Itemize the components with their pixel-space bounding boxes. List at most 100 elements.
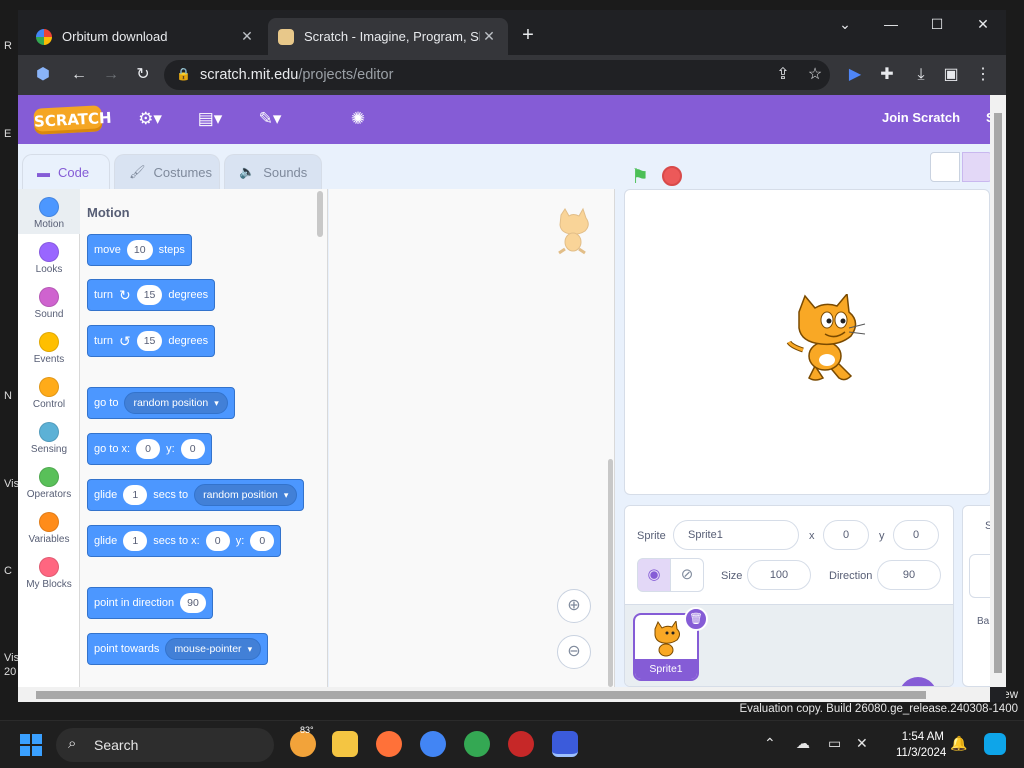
block-turn-left[interactable]: turn ↺ 15 degrees xyxy=(87,325,216,357)
show-sprite-eye-icon[interactable]: ◉ xyxy=(637,558,671,592)
zoom-in-icon[interactable]: ⊕ xyxy=(557,589,591,623)
edit-pencil-icon[interactable]: ✎▾ xyxy=(254,107,286,131)
direction-input[interactable]: 90 xyxy=(180,593,206,613)
y-position-input[interactable]: 0 xyxy=(893,520,939,550)
scrollbar-thumb[interactable] xyxy=(36,691,926,699)
choose-sprite-button[interactable] xyxy=(899,677,937,686)
script-area[interactable]: ⊕ ⊖ xyxy=(329,189,615,687)
category-sensing[interactable]: Sensing xyxy=(18,414,80,459)
category-variables[interactable]: Variables xyxy=(18,504,80,549)
scrollbar-thumb[interactable] xyxy=(994,113,1002,673)
notification-bell-icon[interactable]: 🔔 xyxy=(950,735,967,752)
block-point-towards[interactable]: point towards mouse-pointer xyxy=(87,633,269,665)
side-panel-icon[interactable]: ▣ xyxy=(940,64,962,86)
tab-orbitum[interactable]: Orbitum download ✕ xyxy=(26,18,266,55)
page-horizontal-scrollbar[interactable] xyxy=(18,687,990,702)
number-input[interactable]: 15 xyxy=(136,285,163,305)
category-operators[interactable]: Operators xyxy=(18,459,80,504)
category-sound[interactable]: Sound xyxy=(18,279,80,324)
forward-icon[interactable]: → xyxy=(100,64,122,86)
category-my-blocks[interactable]: My Blocks xyxy=(18,549,80,594)
category-looks[interactable]: Looks xyxy=(18,234,80,279)
join-scratch-link[interactable]: Join Scratch xyxy=(882,110,960,125)
green-flag-icon[interactable]: ⚑ xyxy=(628,165,652,189)
close-tab-icon[interactable]: ✕ xyxy=(238,28,256,45)
category-control[interactable]: Control xyxy=(18,369,80,414)
maximize-button[interactable]: ☐ xyxy=(922,16,952,33)
number-input[interactable]: 1 xyxy=(123,531,148,551)
address-bar[interactable]: 🔒 scratch.mit.edu/projects/editor xyxy=(164,60,830,90)
stop-icon[interactable] xyxy=(662,166,682,186)
sprite-name-input[interactable]: Sprite1 xyxy=(673,520,799,550)
download-icon[interactable]: ⤓ xyxy=(910,64,932,86)
block-glide-to[interactable]: glide 1 secs to random position xyxy=(87,479,305,511)
small-stage-button[interactable] xyxy=(930,152,960,182)
system-clock[interactable]: 1:54 AM 11/3/2024 xyxy=(896,729,946,761)
category-motion[interactable]: Motion xyxy=(18,189,80,234)
back-icon[interactable]: ← xyxy=(68,64,90,86)
tab-costumes[interactable]: 🖌 Costumes xyxy=(114,154,220,189)
x-input[interactable]: 0 xyxy=(136,439,161,459)
show-hidden-icons-chevron-icon[interactable]: ⌃ xyxy=(764,735,776,752)
block-glide-to-xy[interactable]: glide 1 secs to x: 0 y: 0 xyxy=(87,525,282,557)
file-menu-icon[interactable]: ▤▾ xyxy=(194,107,226,131)
category-events[interactable]: Events xyxy=(18,324,80,369)
target-dropdown[interactable]: random position xyxy=(124,392,228,414)
camera-extension-icon[interactable]: ▶ xyxy=(844,64,866,86)
firefox-icon[interactable] xyxy=(376,731,402,757)
scratch-logo[interactable]: SCRATCH xyxy=(33,105,112,135)
extensions-puzzle-icon[interactable]: ✚ xyxy=(876,64,898,86)
minimize-button[interactable]: — xyxy=(876,16,906,32)
tab-scratch[interactable]: Scratch - Imagine, Program, Sha ✕ xyxy=(268,18,508,55)
tutorials-lightbulb-icon[interactable]: ✺ xyxy=(342,107,374,131)
tab-sounds[interactable]: 🔈 Sounds xyxy=(224,154,322,189)
x-input[interactable]: 0 xyxy=(205,531,230,551)
block-turn-right[interactable]: turn ↻ 15 degrees xyxy=(87,279,216,311)
cloud-icon[interactable]: ☁ xyxy=(796,735,810,752)
reload-icon[interactable]: ↻ xyxy=(132,64,154,86)
close-tab-icon[interactable]: ✕ xyxy=(480,28,498,45)
settings-gear-icon[interactable]: ⚙▾ xyxy=(134,107,166,131)
more-menu-icon[interactable]: ⋮ xyxy=(972,64,994,86)
browser-globe-icon[interactable] xyxy=(464,731,490,757)
block-go-to-xy[interactable]: go to x: 0 y: 0 xyxy=(87,433,212,465)
block-point-in-direction[interactable]: point in direction 90 xyxy=(87,587,213,619)
x-position-input[interactable]: 0 xyxy=(823,520,869,550)
target-dropdown[interactable]: mouse-pointer xyxy=(165,638,262,660)
taskbar-search[interactable]: ⌕ Search xyxy=(56,728,274,762)
delete-sprite-trash-icon[interactable]: 🗑 xyxy=(684,607,708,631)
vivaldi-icon[interactable] xyxy=(508,731,534,757)
hide-sprite-eye-icon[interactable]: ⊘ xyxy=(670,558,704,592)
close-window-button[interactable]: ✕ xyxy=(968,16,998,33)
stage-selector-panel[interactable]: S Ba xyxy=(962,505,990,687)
zoom-out-icon[interactable]: ⊖ xyxy=(557,635,591,669)
number-input[interactable]: 10 xyxy=(126,240,153,260)
monitor-icon[interactable]: ▭ xyxy=(828,735,841,752)
number-input[interactable]: 15 xyxy=(136,331,163,351)
orbitum-menu-icon[interactable]: ⬢ xyxy=(32,64,54,86)
stage-canvas[interactable] xyxy=(624,189,990,495)
copilot-icon[interactable] xyxy=(984,733,1006,755)
start-windows-icon[interactable] xyxy=(20,734,42,756)
normal-stage-button[interactable] xyxy=(962,152,990,182)
share-icon[interactable]: ⇪ xyxy=(772,64,794,86)
y-input[interactable]: 0 xyxy=(250,531,275,551)
size-input[interactable]: 100 xyxy=(747,560,811,590)
direction-input[interactable]: 90 xyxy=(877,560,941,590)
file-explorer-icon[interactable] xyxy=(332,731,358,757)
chrome-icon[interactable] xyxy=(420,731,446,757)
tab-code[interactable]: ▬ Code xyxy=(22,154,110,189)
target-dropdown[interactable]: random position xyxy=(194,484,298,506)
new-tab-button[interactable]: + xyxy=(516,24,540,47)
page-vertical-scrollbar[interactable] xyxy=(990,95,1006,687)
number-input[interactable]: 1 xyxy=(123,485,148,505)
palette-scrollbar[interactable] xyxy=(317,191,323,237)
bookmark-star-icon[interactable]: ☆ xyxy=(804,64,826,86)
tab-search-icon[interactable]: ⌄ xyxy=(830,16,860,33)
block-move-steps[interactable]: move 10 steps xyxy=(87,234,192,266)
block-go-to[interactable]: go to random position xyxy=(87,387,235,419)
cat-sprite[interactable] xyxy=(785,294,871,386)
orbitum-taskbar-icon[interactable] xyxy=(552,731,578,757)
volume-muted-icon[interactable]: ✕ xyxy=(856,735,868,752)
y-input[interactable]: 0 xyxy=(180,439,205,459)
